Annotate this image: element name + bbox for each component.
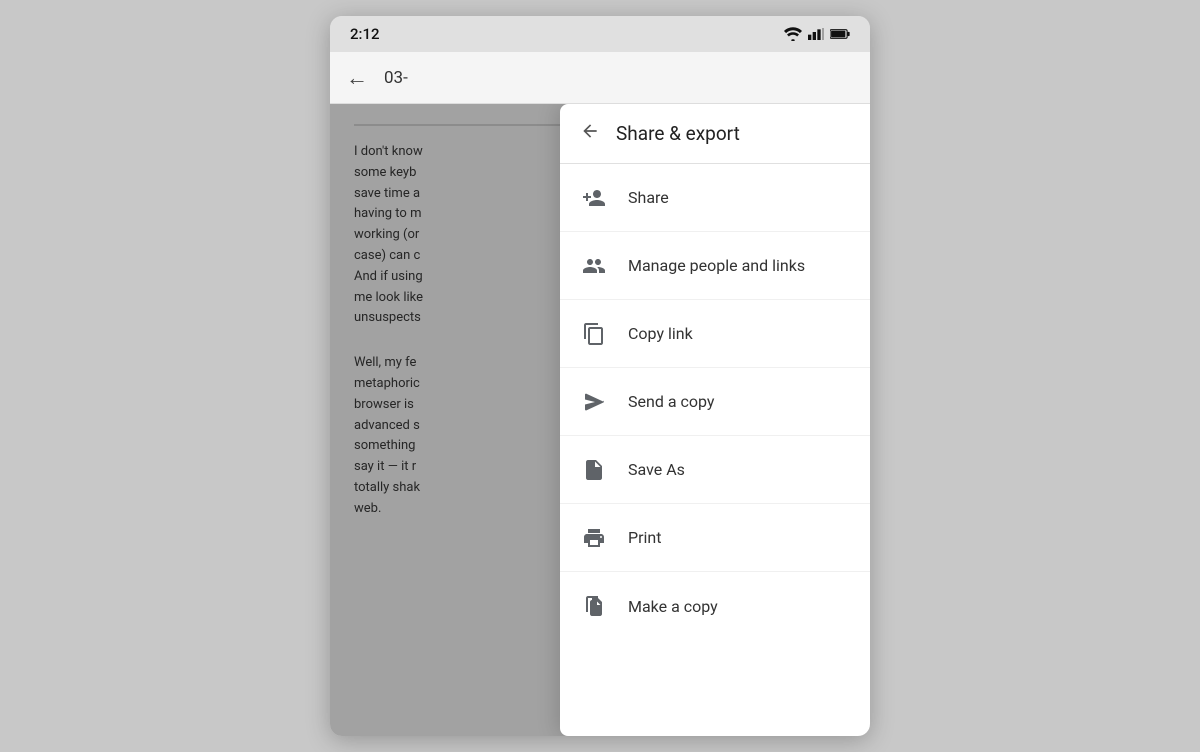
app-bar-back-button[interactable]: ←: [346, 65, 368, 91]
make-copy-label: Make a copy: [628, 597, 718, 616]
menu-item-print[interactable]: Print: [560, 504, 870, 572]
app-bar: ← 03-: [330, 52, 870, 104]
phone-frame: 2:12 ← 03-: [330, 16, 870, 736]
menu-item-share[interactable]: Share: [560, 164, 870, 232]
share-person-icon: [580, 184, 608, 212]
status-icons: [784, 27, 850, 41]
signal-icon: [808, 27, 824, 41]
share-label: Share: [628, 188, 669, 207]
menu-header: Share & export: [560, 104, 870, 164]
menu-back-button[interactable]: [580, 121, 600, 146]
copy-link-icon: [580, 320, 608, 348]
menu-header-title: Share & export: [616, 122, 740, 145]
send-copy-icon: [580, 388, 608, 416]
menu-panel: Share & export Share Manage people: [560, 104, 870, 736]
manage-people-label: Manage people and links: [628, 256, 805, 275]
copy-link-label: Copy link: [628, 324, 693, 343]
back-arrow-icon: [580, 121, 600, 141]
save-as-label: Save As: [628, 460, 685, 479]
wifi-icon: [784, 27, 802, 41]
menu-item-copy-link[interactable]: Copy link: [560, 300, 870, 368]
menu-item-save-as[interactable]: Save As: [560, 436, 870, 504]
print-label: Print: [628, 528, 661, 547]
send-copy-label: Send a copy: [628, 392, 714, 411]
battery-icon: [830, 28, 850, 40]
save-as-icon: [580, 456, 608, 484]
app-bar-title: 03-: [384, 68, 408, 88]
menu-item-manage-people[interactable]: Manage people and links: [560, 232, 870, 300]
print-icon: [580, 524, 608, 552]
status-time: 2:12: [350, 25, 380, 43]
menu-item-send-copy[interactable]: Send a copy: [560, 368, 870, 436]
menu-item-make-copy[interactable]: Make a copy: [560, 572, 870, 640]
status-bar: 2:12: [330, 16, 870, 52]
make-copy-icon: [580, 592, 608, 620]
manage-people-icon: [580, 252, 608, 280]
document-area: I don't know some keyb save time a havin…: [330, 104, 870, 736]
